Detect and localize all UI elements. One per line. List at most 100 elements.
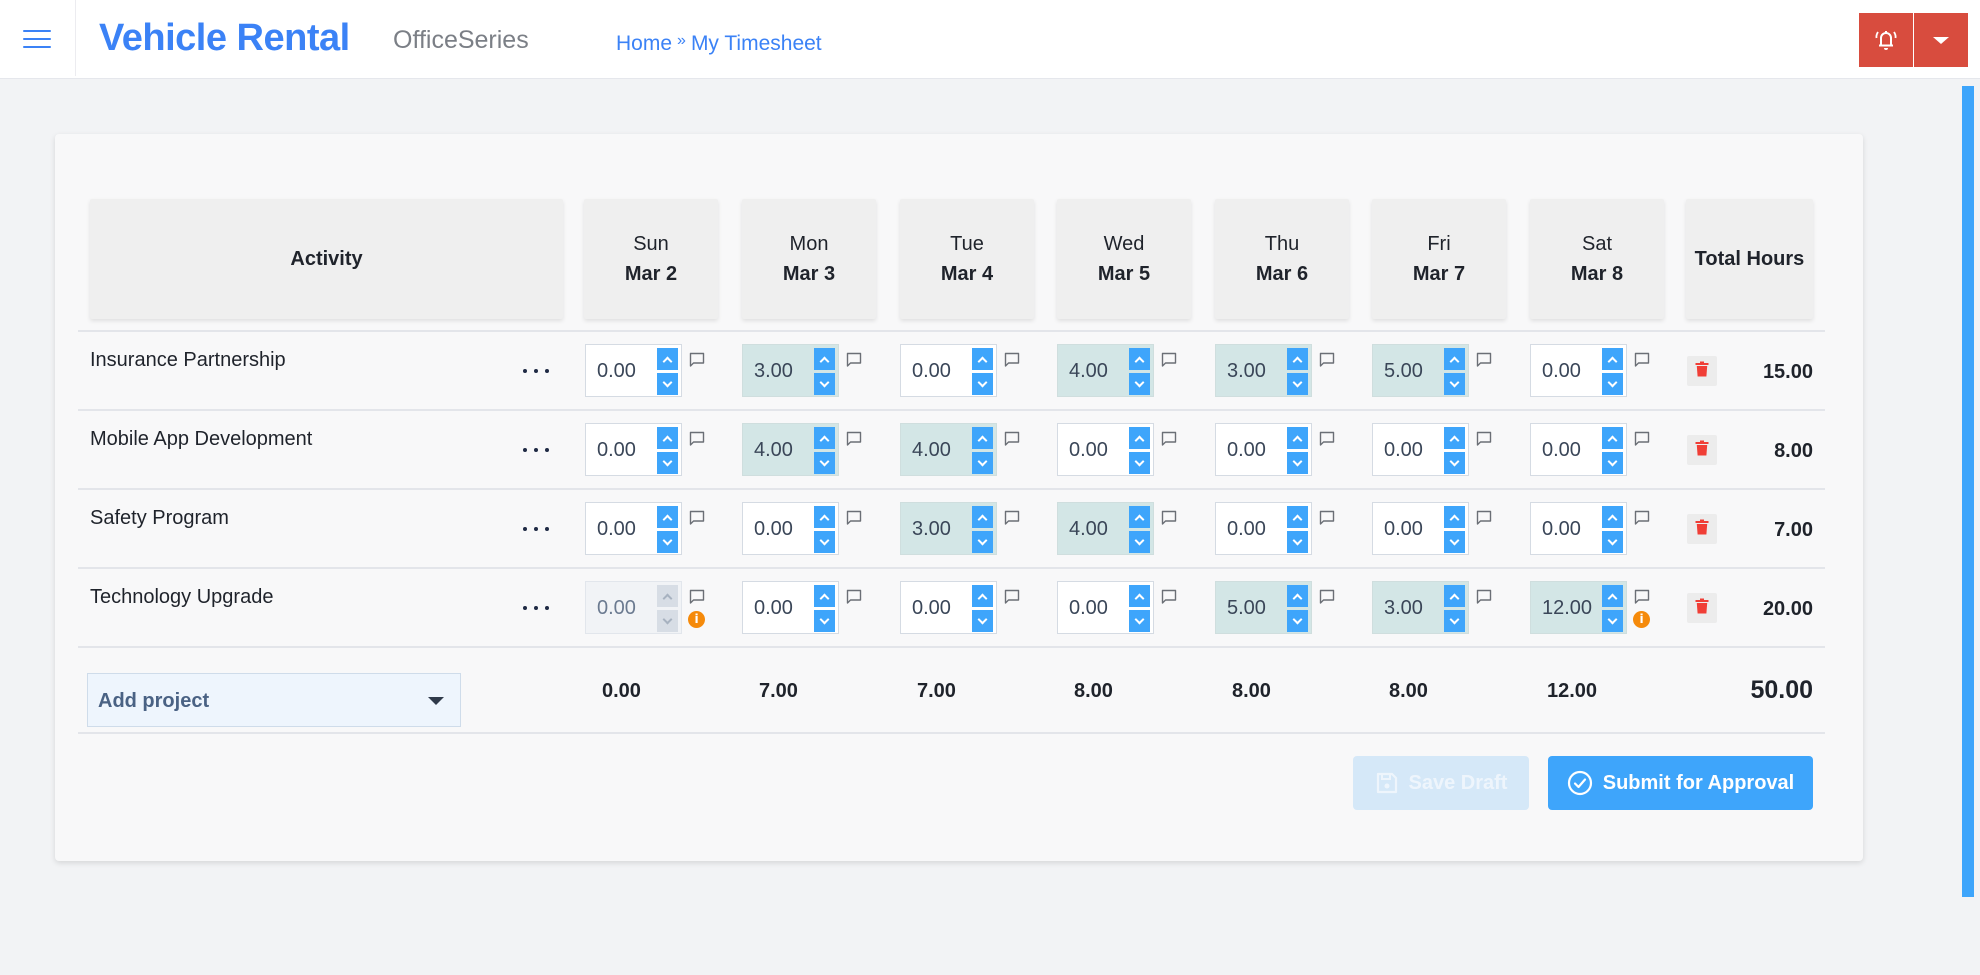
hours-input-thu[interactable]: 0.00 <box>1215 502 1312 555</box>
comment-icon[interactable] <box>1004 510 1020 526</box>
info-icon[interactable]: i <box>1633 611 1650 628</box>
hours-input-sat[interactable]: 12.00 <box>1530 581 1627 634</box>
hours-input-sat[interactable]: 0.00 <box>1530 344 1627 397</box>
decrement-button[interactable] <box>657 452 678 474</box>
delete-row-button[interactable] <box>1687 435 1717 465</box>
row-menu-ellipsis-icon[interactable] <box>521 361 551 381</box>
hours-input-sun[interactable]: 0.00 <box>585 423 682 476</box>
comment-icon[interactable] <box>1319 589 1335 605</box>
decrement-button[interactable] <box>1602 531 1623 553</box>
decrement-button[interactable] <box>1602 610 1623 632</box>
decrement-button[interactable] <box>1129 452 1150 474</box>
hours-input-mon[interactable]: 0.00 <box>742 581 839 634</box>
increment-button[interactable] <box>1602 585 1623 607</box>
hours-input-fri[interactable]: 3.00 <box>1372 581 1469 634</box>
comment-icon[interactable] <box>846 589 862 605</box>
decrement-button[interactable] <box>972 610 993 632</box>
decrement-button[interactable] <box>972 373 993 395</box>
decrement-button[interactable] <box>1444 452 1465 474</box>
decrement-button[interactable] <box>814 452 835 474</box>
increment-button[interactable] <box>1602 348 1623 370</box>
delete-row-button[interactable] <box>1687 593 1717 623</box>
comment-icon[interactable] <box>846 352 862 368</box>
decrement-button[interactable] <box>1287 610 1308 632</box>
hours-input-mon[interactable]: 0.00 <box>742 502 839 555</box>
comment-icon[interactable] <box>1476 431 1492 447</box>
delete-row-button[interactable] <box>1687 356 1717 386</box>
decrement-button[interactable] <box>1602 452 1623 474</box>
hours-input-thu[interactable]: 3.00 <box>1215 344 1312 397</box>
decrement-button[interactable] <box>1129 531 1150 553</box>
hours-input-mon[interactable]: 4.00 <box>742 423 839 476</box>
decrement-button[interactable] <box>1287 531 1308 553</box>
increment-button[interactable] <box>1129 427 1150 449</box>
comment-icon[interactable] <box>1161 431 1177 447</box>
increment-button[interactable] <box>1129 506 1150 528</box>
increment-button[interactable] <box>1287 427 1308 449</box>
comment-icon[interactable] <box>1319 352 1335 368</box>
hours-input-fri[interactable]: 0.00 <box>1372 423 1469 476</box>
comment-icon[interactable] <box>689 352 705 368</box>
hours-input-wed[interactable]: 0.00 <box>1057 581 1154 634</box>
decrement-button[interactable] <box>814 610 835 632</box>
increment-button[interactable] <box>1444 585 1465 607</box>
increment-button[interactable] <box>814 585 835 607</box>
hours-input-sun[interactable]: 0.00 <box>585 344 682 397</box>
hours-input-mon[interactable]: 3.00 <box>742 344 839 397</box>
increment-button[interactable] <box>972 506 993 528</box>
breadcrumb-home[interactable]: Home <box>616 30 672 58</box>
increment-button[interactable] <box>972 427 993 449</box>
hamburger-icon[interactable] <box>23 28 51 50</box>
comment-icon[interactable] <box>1476 510 1492 526</box>
hours-input-wed[interactable]: 0.00 <box>1057 423 1154 476</box>
comment-icon[interactable] <box>689 510 705 526</box>
hours-input-sat[interactable]: 0.00 <box>1530 502 1627 555</box>
comment-icon[interactable] <box>1476 352 1492 368</box>
comment-icon[interactable] <box>846 510 862 526</box>
breadcrumb-my-timesheet[interactable]: My Timesheet <box>691 30 822 58</box>
increment-button[interactable] <box>1287 348 1308 370</box>
increment-button[interactable] <box>814 348 835 370</box>
hours-input-fri[interactable]: 5.00 <box>1372 344 1469 397</box>
decrement-button[interactable] <box>1444 373 1465 395</box>
hours-input-tue[interactable]: 0.00 <box>900 581 997 634</box>
notifications-button[interactable] <box>1859 13 1913 67</box>
comment-icon[interactable] <box>846 431 862 447</box>
comment-icon[interactable] <box>1004 431 1020 447</box>
hours-input-wed[interactable]: 4.00 <box>1057 344 1154 397</box>
increment-button[interactable] <box>657 427 678 449</box>
increment-button[interactable] <box>657 348 678 370</box>
increment-button[interactable] <box>1129 348 1150 370</box>
increment-button[interactable] <box>1602 506 1623 528</box>
comment-icon[interactable] <box>1161 589 1177 605</box>
decrement-button[interactable] <box>972 531 993 553</box>
hours-input-fri[interactable]: 0.00 <box>1372 502 1469 555</box>
decrement-button[interactable] <box>972 452 993 474</box>
add-project-dropdown[interactable]: Add project <box>87 673 461 727</box>
row-menu-ellipsis-icon[interactable] <box>521 519 551 539</box>
info-icon[interactable]: i <box>688 611 705 628</box>
comment-icon[interactable] <box>1161 352 1177 368</box>
comment-icon[interactable] <box>1161 510 1177 526</box>
decrement-button[interactable] <box>1287 373 1308 395</box>
comment-icon[interactable] <box>1634 431 1650 447</box>
increment-button[interactable] <box>1444 348 1465 370</box>
comment-icon[interactable] <box>1634 352 1650 368</box>
delete-row-button[interactable] <box>1687 514 1717 544</box>
comment-icon[interactable] <box>1004 352 1020 368</box>
decrement-button[interactable] <box>1287 452 1308 474</box>
comment-icon[interactable] <box>1319 431 1335 447</box>
increment-button[interactable] <box>1444 427 1465 449</box>
decrement-button[interactable] <box>657 373 678 395</box>
decrement-button[interactable] <box>1602 373 1623 395</box>
hours-input-wed[interactable]: 4.00 <box>1057 502 1154 555</box>
user-dropdown-toggle[interactable] <box>1914 13 1968 67</box>
hours-input-thu[interactable]: 0.00 <box>1215 423 1312 476</box>
increment-button[interactable] <box>972 585 993 607</box>
decrement-button[interactable] <box>1129 373 1150 395</box>
decrement-button[interactable] <box>1444 531 1465 553</box>
increment-button[interactable] <box>814 506 835 528</box>
increment-button[interactable] <box>1287 506 1308 528</box>
hours-input-sat[interactable]: 0.00 <box>1530 423 1627 476</box>
comment-icon[interactable] <box>1476 589 1492 605</box>
